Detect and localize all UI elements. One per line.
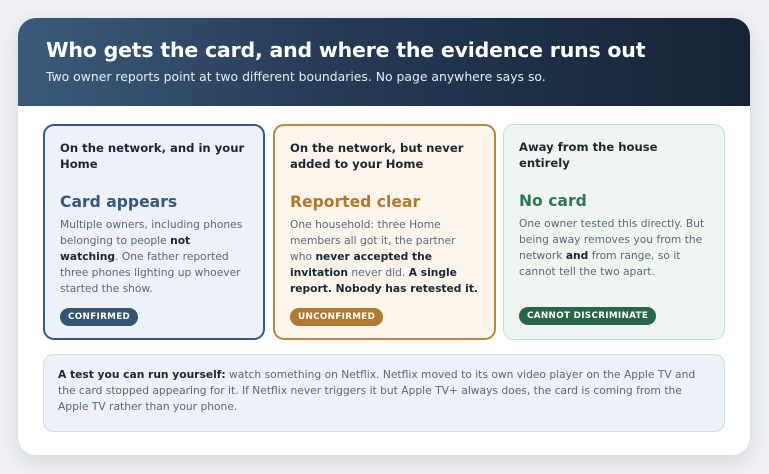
status-badge-confirmed: CONFIRMED <box>60 308 139 326</box>
panel-away: Away from the house entirely No card One… <box>503 124 725 340</box>
card-header: Who gets the card, and where the evidenc… <box>18 18 750 106</box>
panel-body: One owner tested this directly. But bein… <box>519 216 710 280</box>
body-emphasis: and <box>565 249 589 262</box>
panel-in-home: On the network, and in your Home Card ap… <box>43 124 265 340</box>
body-text: never did. <box>347 266 409 279</box>
status-badge-unconfirmed: UNCONFIRMED <box>290 308 384 326</box>
page-title: Who gets the card, and where the evidenc… <box>46 38 646 62</box>
test-lead: A test you can run yourself: <box>58 368 226 381</box>
panel-heading: Reported clear <box>290 193 421 211</box>
panel-title: On the network, but never added to your … <box>290 141 464 171</box>
panel-title: On the network, and in your Home <box>60 141 245 171</box>
panel-heading: Card appears <box>60 193 178 211</box>
evidence-card: Who gets the card, and where the evidenc… <box>18 18 750 455</box>
test-callout: A test you can run yourself: watch somet… <box>43 354 725 432</box>
panel-heading: No card <box>519 192 587 210</box>
body-text: Multiple owners, including phones belong… <box>60 218 243 247</box>
panel-not-in-home: On the network, but never added to your … <box>273 124 496 340</box>
page-subtitle: Two owner reports point at two different… <box>46 69 546 84</box>
panel-body: Multiple owners, including phones belong… <box>60 217 249 297</box>
panel-title: Away from the house entirely <box>519 140 658 170</box>
panel-body: One household: three Home members all go… <box>290 217 480 297</box>
status-badge-cannot-discriminate: CANNOT DISCRIMINATE <box>519 307 657 325</box>
